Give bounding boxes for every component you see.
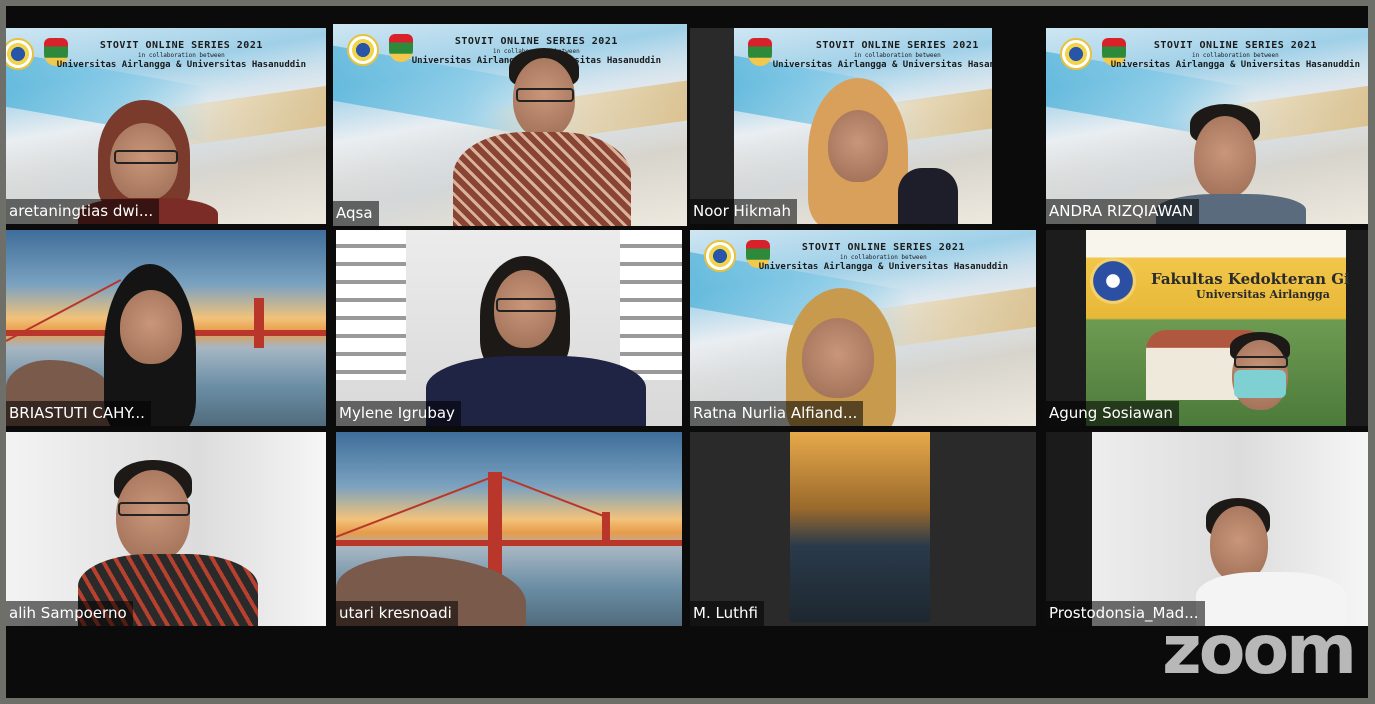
unair-logo-icon	[1090, 258, 1136, 304]
participant-tile-active-speaker[interactable]: STOVIT ONLINE SERIES 2021 in collaborati…	[333, 24, 687, 226]
unair-logo-icon	[704, 240, 736, 272]
unair-logo-icon	[6, 38, 34, 70]
participant-name: utari kresnoadi	[336, 601, 458, 626]
video-gallery: STOVIT ONLINE SERIES 2021 in collaborati…	[6, 6, 1368, 698]
participant-name: Ratna Nurlia Alfiand...	[690, 401, 864, 426]
participant-tile[interactable]: BRIASTUTI CAHY...	[6, 230, 326, 426]
participant-name: aretaningtias dwi...	[6, 199, 160, 224]
participant-name: alih Sampoerno	[6, 601, 133, 626]
stovit-banner: STOVIT ONLINE SERIES 2021 in collaborati…	[772, 40, 992, 70]
unhas-logo-icon	[389, 34, 413, 62]
participant-video	[790, 432, 930, 622]
participant-tile[interactable]: utari kresnoadi	[336, 432, 682, 626]
participant-tile[interactable]: Mylene Igrubay	[336, 230, 682, 426]
stovit-banner: STOVIT ONLINE SERIES 2021 in collaborati…	[1110, 40, 1360, 70]
participant-name: Aqsa	[333, 201, 379, 226]
unair-logo-icon	[347, 34, 379, 66]
participant-name: Mylene Igrubay	[336, 401, 461, 426]
participant-tile[interactable]: M. Luthfi	[690, 432, 1036, 626]
zoom-logo: zoom	[1162, 611, 1357, 690]
participant-tile[interactable]: STOVIT ONLINE SERIES 2021 in collaborati…	[690, 230, 1036, 426]
participant-tile[interactable]: Fakultas Kedokteran Gi Universitas Airla…	[1046, 230, 1368, 426]
stovit-banner: STOVIT ONLINE SERIES 2021 in collaborati…	[758, 242, 1008, 272]
fkg-banner-title: Fakultas Kedokteran Gi	[1151, 270, 1350, 288]
participant-name: ANDRA RIZQIAWAN	[1046, 199, 1200, 224]
participant-tile[interactable]: Prostodonsia_Mad...	[1046, 432, 1368, 626]
participant-tile[interactable]: alih Sampoerno	[6, 432, 326, 626]
participant-name: Agung Sosiawan	[1046, 401, 1179, 426]
participant-name: M. Luthfi	[690, 601, 764, 626]
participant-tile[interactable]: STOVIT ONLINE SERIES 2021 in collaborati…	[6, 28, 326, 224]
participant-tile[interactable]: STOVIT ONLINE SERIES 2021 in collaborati…	[690, 28, 992, 224]
fkg-banner-subtitle: Universitas Airlangga	[1196, 288, 1330, 301]
unhas-logo-icon	[748, 38, 772, 66]
participant-name: BRIASTUTI CAHY...	[6, 401, 151, 426]
stovit-banner: STOVIT ONLINE SERIES 2021 in collaborati…	[56, 40, 306, 70]
unair-logo-icon	[1060, 38, 1092, 70]
participant-tile[interactable]: STOVIT ONLINE SERIES 2021 in collaborati…	[1046, 28, 1368, 224]
participant-name: Noor Hikmah	[690, 199, 797, 224]
